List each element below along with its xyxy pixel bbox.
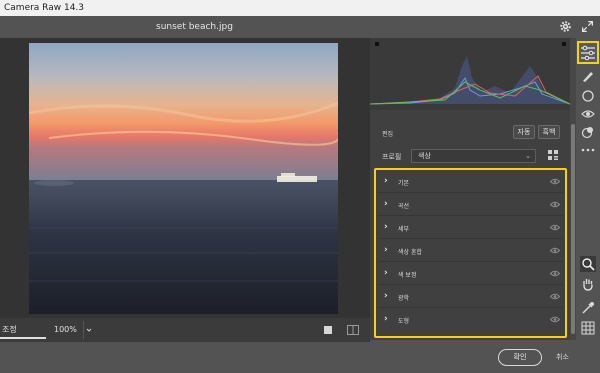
panel-title: 편집 bbox=[382, 131, 394, 138]
section-label: 광학 bbox=[398, 295, 410, 302]
section-label: 색 보정 bbox=[398, 272, 417, 279]
single-view-icon[interactable] bbox=[323, 325, 333, 335]
sliders-icon bbox=[581, 45, 595, 61]
chevron-right-icon: › bbox=[384, 199, 388, 209]
cancel-button[interactable]: 취소 bbox=[556, 352, 569, 362]
edit-sections-highlight: › 기본 › 곡선 › 세부 › 색상 혼합 › 색 보정 › 광학 › 도형 bbox=[374, 168, 567, 338]
eye-icon[interactable] bbox=[550, 247, 560, 254]
chevron-right-icon: › bbox=[384, 245, 388, 255]
scroll-thumb[interactable] bbox=[571, 124, 575, 334]
auto-button[interactable]: 자동 bbox=[513, 125, 535, 139]
zoom-dropdown[interactable] bbox=[83, 321, 93, 339]
more-icon[interactable] bbox=[580, 142, 596, 158]
redeye-icon[interactable] bbox=[580, 106, 596, 122]
section-basic[interactable]: › 기본 bbox=[378, 171, 563, 193]
section-color-mixer[interactable]: › 색상 혼합 bbox=[378, 240, 563, 262]
panel-header: 편집 자동 흑백 bbox=[370, 122, 570, 142]
footer: 확인 취소 bbox=[0, 342, 600, 373]
before-after-icon[interactable] bbox=[347, 325, 359, 335]
zoom-100-button[interactable]: 100% bbox=[54, 321, 77, 339]
section-detail[interactable]: › 세부 bbox=[378, 217, 563, 239]
heal-icon[interactable] bbox=[580, 88, 596, 104]
section-optics[interactable]: › 광학 bbox=[378, 286, 563, 308]
header-bar: sunset beach.jpg bbox=[0, 16, 600, 38]
profile-label: 프로필 bbox=[382, 153, 402, 161]
section-label: 세부 bbox=[398, 226, 410, 233]
eye-icon[interactable] bbox=[550, 224, 560, 231]
section-geometry[interactable]: › 도형 bbox=[378, 309, 563, 331]
section-label: 곡선 bbox=[398, 203, 410, 210]
edit-tool-button[interactable] bbox=[577, 41, 599, 64]
grid-overlay-icon[interactable] bbox=[580, 320, 596, 336]
section-curve[interactable]: › 곡선 bbox=[378, 194, 563, 216]
section-color-grading[interactable]: › 색 보정 bbox=[378, 263, 563, 285]
eye-icon[interactable] bbox=[550, 201, 560, 208]
window-title: Camera Raw 14.3 bbox=[0, 0, 600, 16]
chevron-right-icon: › bbox=[384, 176, 388, 186]
edit-panel: 편집 자동 흑백 프로필 색상 ⌄ › 기본 › 곡선 › 세부 › 색상 혼합… bbox=[370, 38, 570, 340]
profile-value: 색상 bbox=[418, 152, 431, 160]
eye-icon[interactable] bbox=[550, 293, 560, 300]
black-white-button[interactable]: 흑백 bbox=[538, 125, 560, 139]
chevron-right-icon: › bbox=[384, 291, 388, 301]
bottom-bar: 조정(30.7%) 100% bbox=[0, 318, 370, 352]
chevron-right-icon: › bbox=[384, 222, 388, 232]
histogram bbox=[370, 38, 570, 110]
section-label: 도형 bbox=[398, 318, 410, 325]
chevron-right-icon: › bbox=[384, 268, 388, 278]
hand-icon[interactable] bbox=[580, 276, 596, 292]
zoom-icon[interactable] bbox=[580, 256, 596, 272]
photo-preview bbox=[29, 43, 338, 314]
image-canvas[interactable] bbox=[0, 38, 370, 318]
eye-icon[interactable] bbox=[550, 270, 560, 277]
ok-button[interactable]: 확인 bbox=[498, 349, 542, 366]
eye-icon[interactable] bbox=[550, 178, 560, 185]
tool-strip bbox=[576, 38, 600, 340]
presets-icon[interactable] bbox=[580, 124, 596, 140]
grid-icon[interactable] bbox=[548, 150, 559, 161]
section-label: 색상 혼합 bbox=[398, 249, 422, 256]
profile-row: 프로필 색상 ⌄ bbox=[370, 148, 570, 164]
chevron-right-icon: › bbox=[384, 314, 388, 324]
file-name: sunset beach.jpg bbox=[156, 22, 233, 32]
eyedropper-icon[interactable] bbox=[580, 300, 596, 316]
chevron-down-icon: ⌄ bbox=[525, 152, 531, 160]
expand-icon[interactable] bbox=[581, 20, 594, 33]
profile-select[interactable]: 색상 ⌄ bbox=[411, 149, 536, 163]
gear-icon[interactable] bbox=[559, 20, 572, 33]
chevron-down-icon bbox=[86, 328, 92, 332]
section-label: 기본 bbox=[398, 180, 410, 187]
eye-icon[interactable] bbox=[550, 316, 560, 323]
zoom-fit-button[interactable]: 조정(30.7%) bbox=[0, 321, 46, 352]
brush-icon[interactable] bbox=[580, 68, 596, 84]
